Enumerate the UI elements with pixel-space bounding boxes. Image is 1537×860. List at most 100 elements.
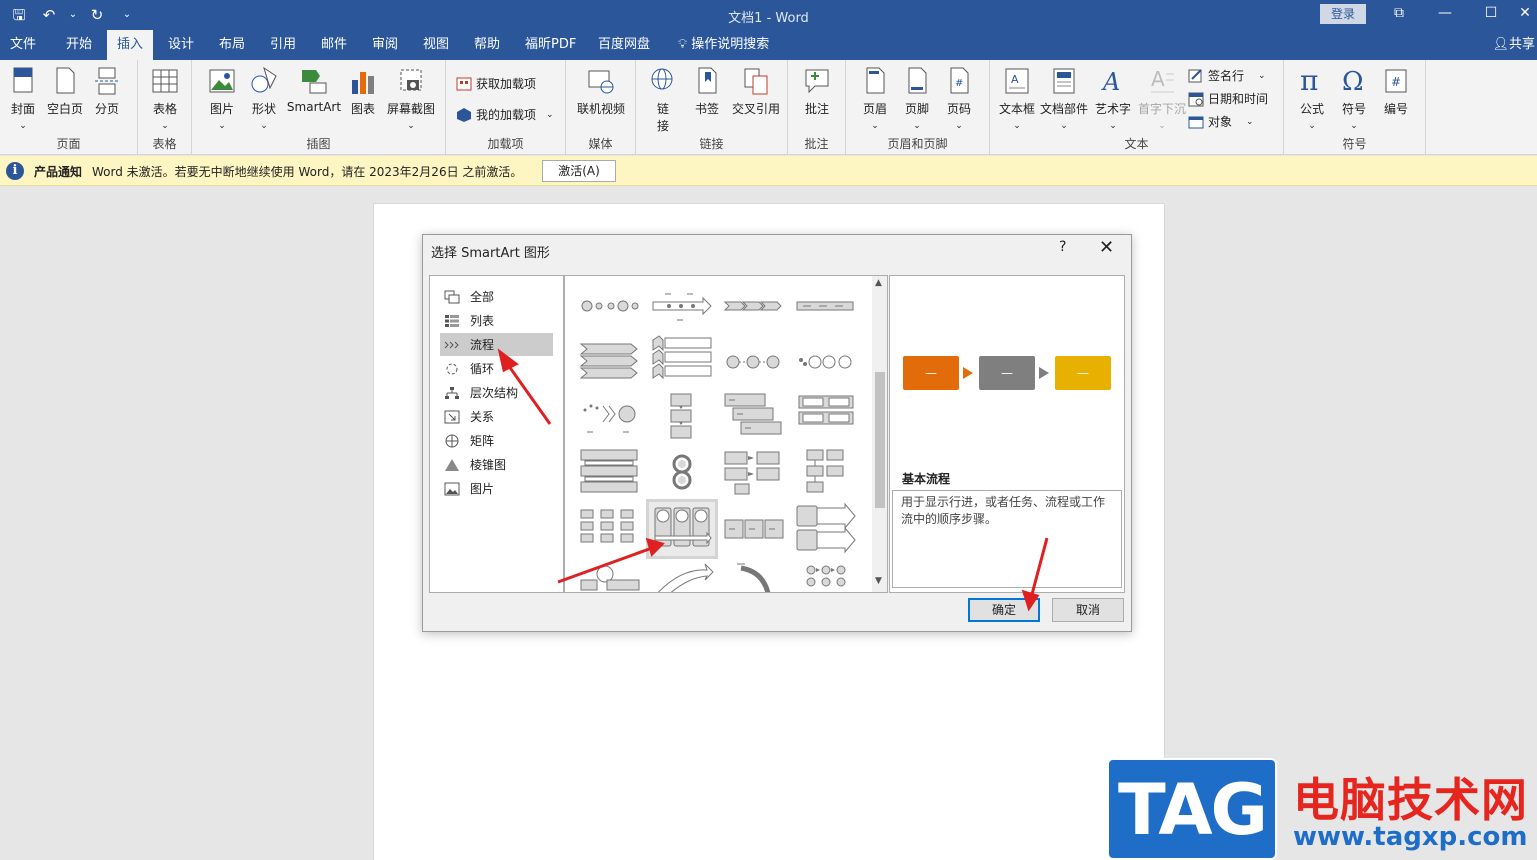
layout-thumbnail	[724, 451, 780, 495]
quick-parts-button[interactable]: 文档部件 ⌄	[1038, 66, 1090, 131]
cross-reference-button[interactable]: 交叉引用	[728, 66, 784, 117]
tab-mailings[interactable]: 邮件	[311, 30, 357, 60]
gallery-layout[interactable]	[577, 558, 643, 592]
gallery-layout[interactable]	[793, 446, 859, 500]
gallery-layout[interactable]	[649, 446, 715, 500]
scrollbar-thumb[interactable]	[875, 372, 885, 508]
gallery-scrollbar[interactable]: ▲ ▼	[872, 276, 887, 592]
gallery-layout[interactable]	[793, 278, 859, 332]
tab-design[interactable]: 设计	[158, 30, 204, 60]
gallery-layout[interactable]	[721, 502, 787, 556]
category-process[interactable]: 流程	[440, 333, 553, 356]
tab-baidu-netdisk[interactable]: 百度网盘	[588, 30, 660, 60]
gallery-layout[interactable]	[649, 278, 715, 332]
my-addins-button[interactable]: 我的加载项 ⌄	[456, 106, 554, 123]
gallery-layout[interactable]	[577, 334, 643, 388]
login-button[interactable]: 登录	[1320, 4, 1366, 24]
ribbon-display-options-icon[interactable]: ⧉	[1384, 4, 1414, 24]
category-matrix[interactable]: 矩阵	[440, 429, 553, 452]
wordart-button[interactable]: A 艺术字 ⌄	[1092, 66, 1134, 131]
gallery-layout[interactable]	[721, 334, 787, 388]
gallery-layout[interactable]	[577, 278, 643, 332]
table-button[interactable]: 表格 ⌄	[148, 66, 182, 131]
signature-line-button[interactable]: 签名行 ⌄	[1188, 67, 1266, 84]
category-pyramid[interactable]: 棱锥图	[440, 453, 553, 476]
tab-review[interactable]: 审阅	[362, 30, 408, 60]
share-button[interactable]: 👤︎共享	[1492, 30, 1535, 60]
page-number-button[interactable]: # 页码 ⌄	[942, 66, 976, 131]
get-addins-button[interactable]: 获取加载项	[456, 75, 536, 92]
hierarchy-category-icon	[445, 386, 459, 399]
gallery-layout[interactable]	[721, 446, 787, 500]
group-comments-label: 批注	[804, 137, 829, 151]
tab-help[interactable]: 帮助	[464, 30, 510, 60]
preview-description: 用于显示行进，或者任务、流程或工作流中的顺序步骤。	[892, 490, 1122, 588]
equation-label: 公式	[1299, 102, 1324, 116]
equation-button[interactable]: π 公式 ⌄	[1294, 66, 1330, 131]
tab-foxit-pdf[interactable]: 福昕PDF	[515, 30, 586, 60]
symbol-label: 符号	[1341, 102, 1366, 116]
drop-cap-button[interactable]: A 首字下沉 ⌄	[1136, 66, 1188, 131]
tab-home[interactable]: 开始	[56, 30, 102, 60]
screenshot-button[interactable]: 屏幕截图 ⌄	[384, 66, 438, 131]
tab-view[interactable]: 视图	[413, 30, 459, 60]
tell-me-search[interactable]: 💡︎ 操作说明搜索	[668, 30, 779, 60]
close-icon[interactable]: ✕	[1510, 4, 1537, 24]
preview-step-2: —	[979, 356, 1035, 390]
scroll-up-icon[interactable]: ▲	[875, 278, 882, 288]
minimize-icon[interactable]: —	[1430, 4, 1460, 24]
scroll-down-icon[interactable]: ▼	[875, 576, 882, 586]
tab-references[interactable]: 引用	[260, 30, 306, 60]
smartart-button[interactable]: SmartArt	[286, 66, 342, 114]
date-time-button[interactable]: 日期和时间	[1188, 90, 1268, 107]
bookmark-button[interactable]: 书签	[690, 66, 724, 117]
category-cycle[interactable]: 循环	[440, 357, 553, 380]
gallery-layout[interactable]	[793, 558, 859, 592]
layout-thumbnail	[723, 301, 782, 311]
comment-button[interactable]: 批注	[800, 66, 834, 117]
tab-insert[interactable]: 插入	[107, 30, 154, 60]
cancel-button[interactable]: 取消	[1052, 598, 1124, 622]
picture-button[interactable]: 图片 ⌄	[204, 66, 240, 131]
gallery-layout[interactable]	[577, 502, 643, 556]
cover-page-button[interactable]: 封面 ⌄	[6, 66, 40, 131]
category-all[interactable]: 全部	[440, 285, 553, 308]
footer-button[interactable]: 页脚 ⌄	[900, 66, 934, 131]
page-break-button[interactable]: 分页	[90, 66, 124, 117]
chart-button[interactable]: 图表	[346, 66, 380, 117]
activate-button[interactable]: 激活(A)	[542, 160, 616, 182]
gallery-layout[interactable]	[577, 390, 643, 444]
tab-layout[interactable]: 布局	[209, 30, 255, 60]
gallery-layout[interactable]	[721, 278, 787, 332]
gallery-layout[interactable]	[793, 334, 859, 388]
gallery-layout[interactable]	[649, 558, 715, 592]
gallery-layout[interactable]	[793, 502, 859, 556]
shapes-button[interactable]: 形状 ⌄	[246, 66, 282, 131]
header-button[interactable]: 页眉 ⌄	[858, 66, 892, 131]
symbol-button[interactable]: Ω 符号 ⌄	[1336, 66, 1372, 131]
maximize-icon[interactable]: ☐	[1476, 4, 1506, 24]
category-hierarchy[interactable]: 层次结构	[440, 381, 553, 404]
tab-file[interactable]: 文件	[0, 30, 46, 60]
gallery-layout[interactable]	[649, 390, 715, 444]
help-icon[interactable]: ?	[1059, 239, 1066, 255]
gallery-layout-selected[interactable]	[646, 499, 718, 559]
gallery-layout[interactable]	[721, 558, 787, 592]
link-button[interactable]: 链接	[646, 66, 680, 134]
textbox-button[interactable]: A 文本框 ⌄	[996, 66, 1038, 131]
gallery-layout[interactable]	[793, 390, 859, 444]
dialog-close-icon[interactable]: ✕	[1099, 237, 1114, 258]
category-relationship[interactable]: 关系	[440, 405, 553, 428]
number-button[interactable]: # 编号	[1378, 66, 1414, 117]
ok-button[interactable]: 确定	[968, 598, 1040, 622]
object-button[interactable]: 对象 ⌄	[1188, 113, 1254, 130]
category-picture[interactable]: 图片	[440, 477, 553, 500]
gallery-layout[interactable]	[721, 390, 787, 444]
gallery-layout[interactable]	[649, 334, 715, 388]
gallery-layout[interactable]	[577, 446, 643, 500]
screenshot-label: 屏幕截图	[386, 102, 435, 116]
number-icon: #	[1385, 69, 1407, 93]
category-list-item[interactable]: 列表	[440, 309, 553, 332]
online-video-button[interactable]: 联机视频	[572, 66, 630, 117]
blank-page-button[interactable]: 空白页	[44, 66, 86, 117]
